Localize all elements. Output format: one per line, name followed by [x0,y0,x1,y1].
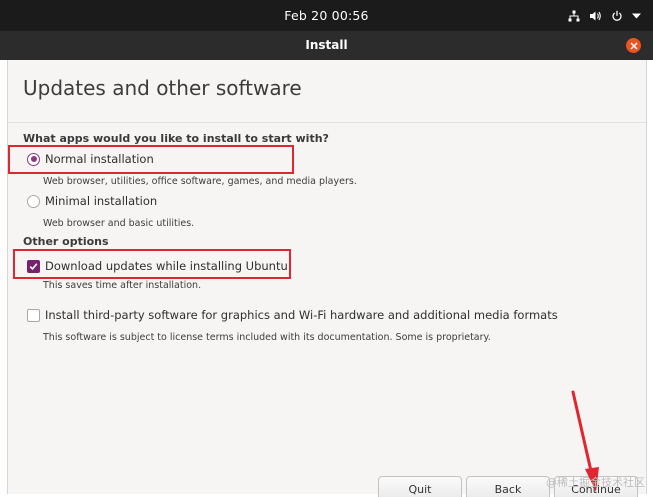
normal-installation-radio[interactable]: Normal installation [27,152,154,166]
clock[interactable]: Feb 20 00:56 [0,0,653,31]
minimal-installation-description: Web browser and basic utilities. [43,218,195,229]
quit-button-label: Quit [408,483,432,496]
normal-installation-description: Web browser, utilities, office software,… [43,176,357,187]
normal-installation-label: Normal installation [45,152,154,166]
radio-unselected-indicator[interactable] [27,194,40,208]
title-divider [8,122,646,123]
system-top-bar: Feb 20 00:56 [0,0,653,31]
watermark: @稀土掘金技术社区 [546,476,645,489]
close-button[interactable] [626,38,641,53]
checkbox-unchecked-indicator[interactable] [27,308,40,322]
chevron-down-icon[interactable] [632,13,641,19]
radio-selected-indicator[interactable] [27,152,40,166]
page-title: Updates and other software [23,76,302,100]
back-button-label: Back [494,483,522,496]
checkbox-checked-indicator[interactable] [27,259,40,273]
minimal-installation-radio[interactable]: Minimal installation [27,194,157,208]
check-icon [29,262,38,270]
download-updates-checkbox[interactable]: Download updates while installing Ubuntu [27,259,288,273]
power-icon[interactable] [611,10,623,22]
network-wired-icon[interactable] [568,10,580,22]
window-title: Install [305,38,348,52]
download-updates-description: This saves time after installation. [43,280,202,291]
download-updates-label: Download updates while installing Ubuntu [45,259,288,273]
close-icon [629,41,638,50]
third-party-software-checkbox[interactable]: Install third-party software for graphic… [27,308,558,322]
third-party-software-description: This software is subject to license term… [43,332,491,343]
volume-icon[interactable] [589,10,602,22]
other-options-heading: Other options [23,235,109,248]
system-tray[interactable] [568,0,641,31]
window-title-bar: Install [0,31,653,60]
third-party-software-label: Install third-party software for graphic… [45,308,558,322]
apps-section-heading: What apps would you like to install to s… [23,132,329,145]
installer-panel: Updates and other software What apps wou… [7,60,647,497]
minimal-installation-label: Minimal installation [45,194,158,208]
